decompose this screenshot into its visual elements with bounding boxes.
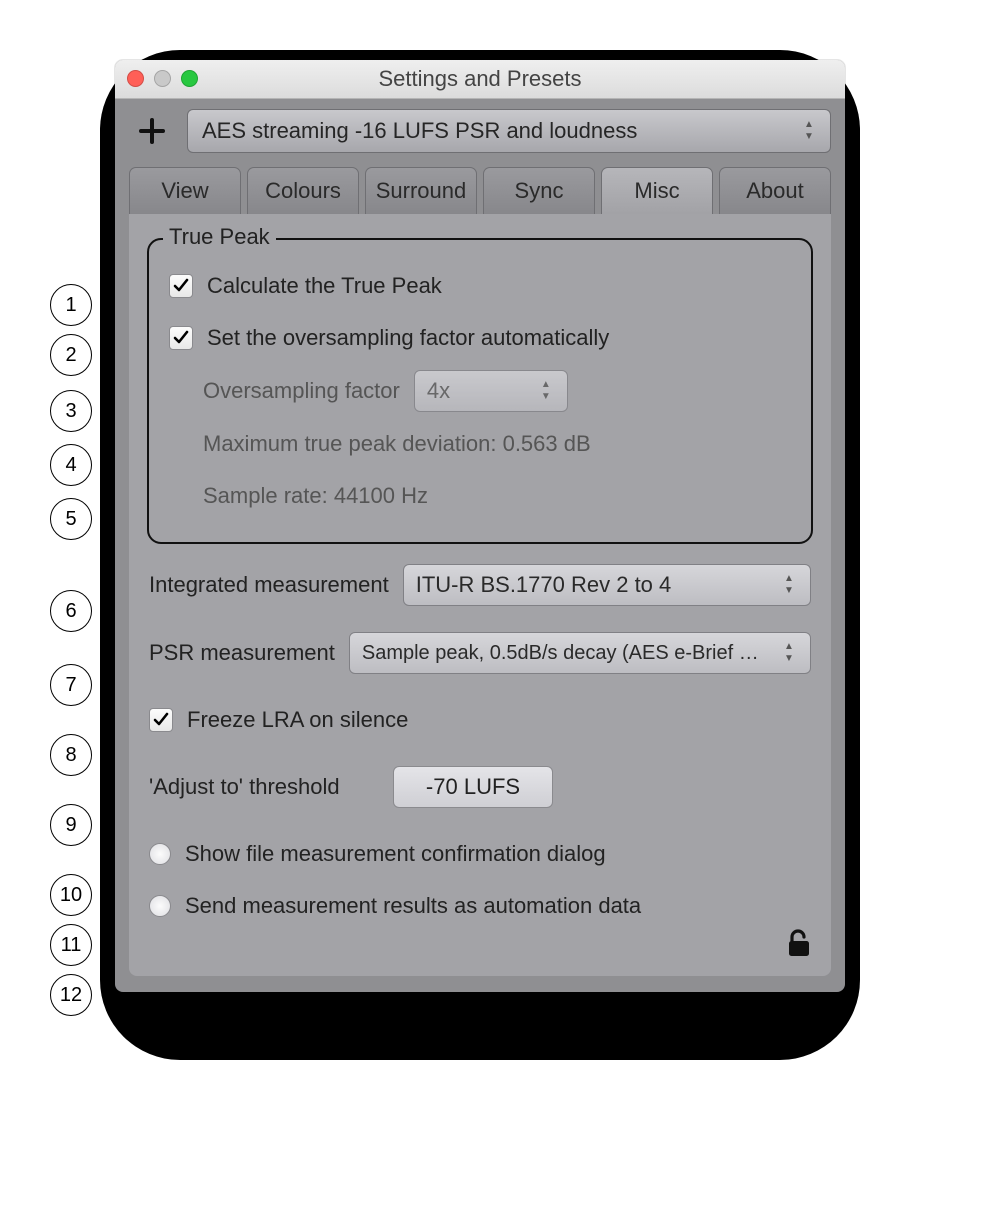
integrated-measurement-select[interactable]: ITU-R BS.1770 Rev 2 to 4 ▲▼ — [403, 564, 811, 606]
zoom-icon[interactable] — [181, 70, 198, 87]
annotation-12: 12 — [50, 974, 92, 1016]
lock-icon[interactable] — [785, 928, 813, 964]
freeze-lra-label: Freeze LRA on silence — [187, 707, 408, 733]
annotation-9: 9 — [50, 804, 92, 846]
auto-oversampling-checkbox[interactable] — [169, 326, 193, 350]
chevron-updown-icon: ▲▼ — [776, 633, 802, 673]
psr-measurement-label: PSR measurement — [149, 640, 335, 666]
show-confirmation-dialog-radio[interactable] — [149, 843, 171, 865]
adjust-threshold-input[interactable]: -70 LUFS — [393, 766, 553, 808]
auto-oversampling-label: Set the oversampling factor automaticall… — [207, 325, 609, 351]
calc-truepeak-label: Calculate the True Peak — [207, 273, 442, 299]
add-preset-button[interactable] — [131, 110, 173, 152]
titlebar: Settings and Presets — [115, 60, 845, 99]
tab-view[interactable]: View — [129, 167, 241, 214]
close-icon[interactable] — [127, 70, 144, 87]
annotation-11: 11 — [50, 924, 92, 966]
oversampling-factor-label: Oversampling factor — [203, 378, 400, 404]
integrated-measurement-label: Integrated measurement — [149, 572, 389, 598]
group-legend-truepeak: True Peak — [163, 224, 276, 250]
tab-surround[interactable]: Surround — [365, 167, 477, 214]
settings-window: Settings and Presets AES streaming -16 L… — [115, 60, 845, 992]
send-automation-label: Send measurement results as automation d… — [185, 893, 641, 919]
tab-misc[interactable]: Misc — [601, 167, 713, 214]
preset-select[interactable]: AES streaming -16 LUFS PSR and loudness … — [187, 109, 831, 153]
max-truepeak-deviation-label: Maximum true peak deviation: 0.563 dB — [203, 431, 591, 457]
annotation-2: 2 — [50, 334, 92, 376]
annotation-3: 3 — [50, 390, 92, 432]
chevron-updown-icon: ▲▼ — [776, 565, 802, 605]
tab-sync[interactable]: Sync — [483, 167, 595, 214]
tab-about[interactable]: About — [719, 167, 831, 214]
annotation-8: 8 — [50, 734, 92, 776]
window-title: Settings and Presets — [378, 66, 581, 92]
annotation-4: 4 — [50, 444, 92, 486]
oversampling-factor-select[interactable]: 4x ▲▼ — [414, 370, 568, 412]
annotation-1: 1 — [50, 284, 92, 326]
preset-select-label: AES streaming -16 LUFS PSR and loudness — [202, 118, 637, 144]
tab-colours[interactable]: Colours — [247, 167, 359, 214]
annotation-10: 10 — [50, 874, 92, 916]
annotation-5: 5 — [50, 498, 92, 540]
minimize-icon[interactable] — [154, 70, 171, 87]
chevron-updown-icon: ▲▼ — [533, 371, 559, 411]
annotation-7: 7 — [50, 664, 92, 706]
misc-panel: True Peak Calculate the True Peak Set th… — [129, 214, 831, 976]
true-peak-group: True Peak Calculate the True Peak Set th… — [147, 238, 813, 544]
tabs: View Colours Surround Sync Misc About — [115, 167, 845, 214]
adjust-threshold-label: 'Adjust to' threshold — [149, 774, 379, 800]
send-automation-radio[interactable] — [149, 895, 171, 917]
show-confirmation-dialog-label: Show file measurement confirmation dialo… — [185, 841, 606, 867]
annotation-6: 6 — [50, 590, 92, 632]
sample-rate-label: Sample rate: 44100 Hz — [203, 483, 428, 509]
calc-truepeak-checkbox[interactable] — [169, 274, 193, 298]
freeze-lra-checkbox[interactable] — [149, 708, 173, 732]
chevron-updown-icon: ▲▼ — [796, 110, 822, 152]
psr-measurement-select[interactable]: Sample peak, 0.5dB/s decay (AES e-Brief … — [349, 632, 811, 674]
